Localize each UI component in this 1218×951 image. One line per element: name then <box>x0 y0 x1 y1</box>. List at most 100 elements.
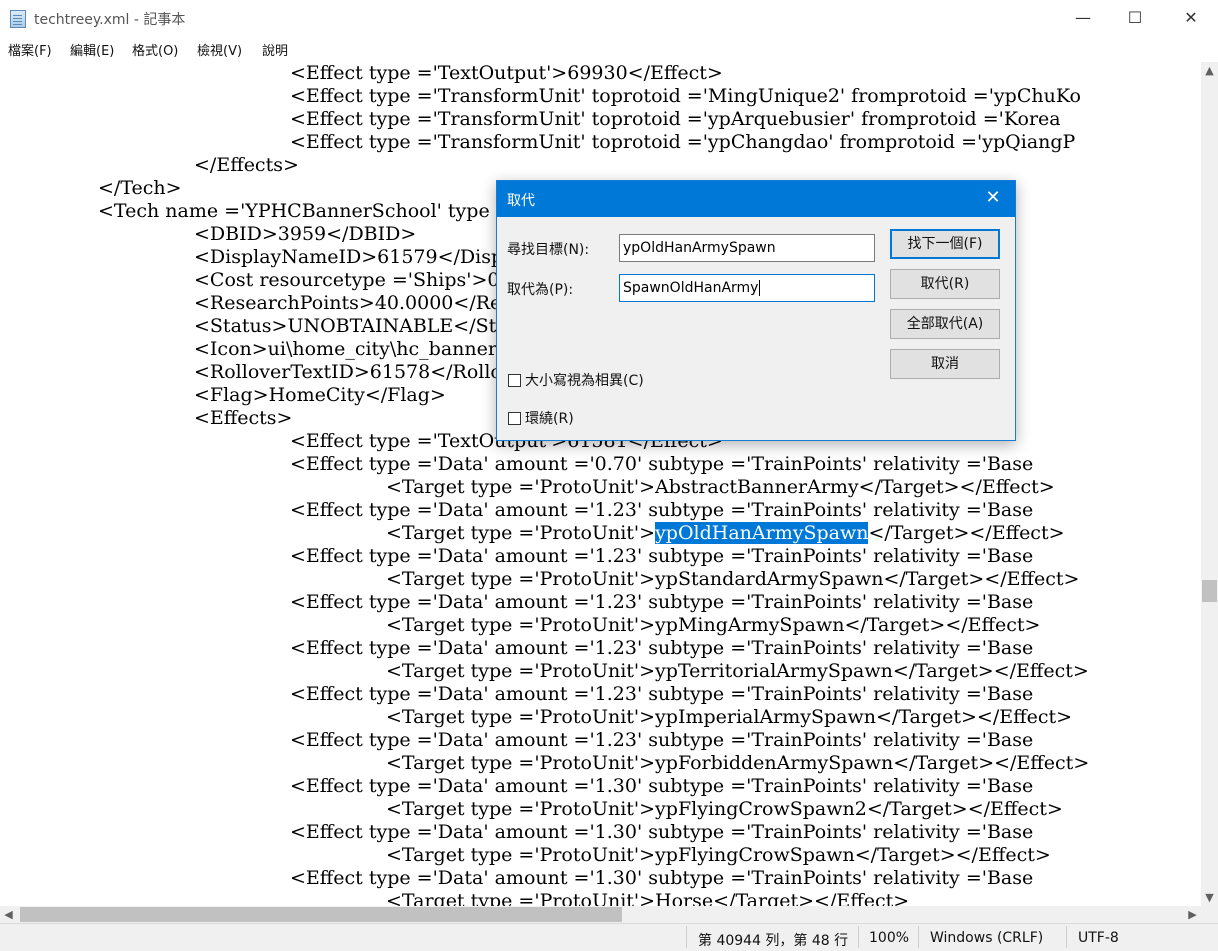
dialog-title: 取代 <box>507 193 535 209</box>
close-button[interactable]: ✕ <box>1164 0 1218 38</box>
line-text: <Target type ='ProtoUnit'>ypFlyingCrowSp… <box>386 798 1063 820</box>
text-line: <Effects> <box>194 407 292 430</box>
wrap-around-option[interactable]: 環繞(R) <box>508 408 574 428</box>
line-text: <Target type ='ProtoUnit'>ypStandardArmy… <box>386 568 1080 590</box>
wrap-around-checkbox[interactable] <box>508 411 521 425</box>
text-line: <Effect type ='TransformUnit' toprotoid … <box>290 85 1081 108</box>
text-line: <Effect type ='TextOutput'>69930</Effect… <box>290 62 723 85</box>
line-text: <Effect type ='Data' amount ='0.70' subt… <box>290 453 1034 475</box>
window-title: techtreey.xml - 記事本 <box>34 12 186 28</box>
replace-button[interactable]: 取代(R) <box>890 269 1000 299</box>
dialog-close-icon[interactable]: ✕ <box>971 181 1015 217</box>
replace-dialog: 取代 ✕ 尋找目標(N): ypOldHanArmySpawn 取代為(P): … <box>496 180 1016 441</box>
selected-text: ypOldHanArmySpawn <box>655 522 869 544</box>
menu-bar: 檔案(F) 編輯(E) 格式(O) 檢視(V) 說明 <box>0 38 1218 60</box>
line-text: <Flag>HomeCity</Flag> <box>194 384 446 406</box>
match-case-checkbox[interactable] <box>508 373 521 387</box>
text-line: <Effect type ='Data' amount ='1.23' subt… <box>290 591 1033 614</box>
text-caret <box>759 280 761 296</box>
menu-help[interactable]: 說明 <box>262 40 288 59</box>
title-bar: techtreey.xml - 記事本 — ☐ ✕ <box>0 0 1218 38</box>
scroll-up-arrow-icon[interactable]: ▲ <box>1201 62 1218 79</box>
text-line: <Effect type ='TransformUnit' toprotoid … <box>290 108 1061 131</box>
line-text: <Effect type ='Data' amount ='1.23' subt… <box>290 637 1034 659</box>
line-text: <Target type ='ProtoUnit'>ypTerritorialA… <box>386 660 1089 682</box>
replace-input[interactable]: SpawnOldHanArmy <box>619 274 875 302</box>
text-line: <Target type ='ProtoUnit'>ypFlyingCrowSp… <box>386 844 1051 867</box>
line-text: <Effect type ='Data' amount ='1.23' subt… <box>290 591 1034 613</box>
text-line: <Target type ='ProtoUnit'>ypStandardArmy… <box>386 568 1079 591</box>
text-line: </Effects> <box>194 154 299 177</box>
find-input[interactable]: ypOldHanArmySpawn <box>619 234 875 262</box>
line-text: <Target type ='ProtoUnit'>ypForbiddenArm… <box>386 752 1090 774</box>
replace-all-button[interactable]: 全部取代(A) <box>890 309 1000 339</box>
line-text: <Effects> <box>194 407 293 429</box>
text-line: <Effect type ='Data' amount ='1.30' subt… <box>290 821 1033 844</box>
status-bar: 第 40944 列，第 48 行 100% Windows (CRLF) UTF… <box>0 923 1218 951</box>
find-input-value: ypOldHanArmySpawn <box>623 240 776 256</box>
line-text-after: </Target></Effect> <box>868 522 1065 544</box>
status-line-ending: Windows (CRLF) <box>930 930 1044 946</box>
line-text: <Effect type ='Data' amount ='1.30' subt… <box>290 867 1034 889</box>
line-text: <Effect type ='Data' amount ='1.23' subt… <box>290 545 1034 567</box>
text-line: <Target type ='ProtoUnit'>ypMingArmySpaw… <box>386 614 1040 637</box>
line-text: <Effect type ='TransformUnit' toprotoid … <box>290 108 1061 130</box>
line-text: <Target type ='ProtoUnit'>AbstractBanner… <box>386 476 1055 498</box>
vertical-scroll-thumb[interactable] <box>1202 580 1217 602</box>
line-text: <Effect type ='Data' amount ='1.30' subt… <box>290 821 1034 843</box>
line-text: <Target type ='ProtoUnit'>ypMingArmySpaw… <box>386 614 1041 636</box>
status-divider <box>686 926 687 948</box>
line-text: <Target type ='ProtoUnit'>ypImperialArmy… <box>386 706 1073 728</box>
text-line: <Target type ='ProtoUnit'>ypImperialArmy… <box>386 706 1072 729</box>
scroll-down-arrow-icon[interactable]: ▼ <box>1201 889 1218 906</box>
status-divider <box>1066 926 1067 948</box>
maximize-button[interactable]: ☐ <box>1108 0 1162 38</box>
menu-edit[interactable]: 編輯(E) <box>70 40 114 59</box>
text-line: <Effect type ='Data' amount ='1.30' subt… <box>290 775 1033 798</box>
text-line: <Target type ='ProtoUnit'>Horse</Target>… <box>386 890 909 906</box>
line-text: <Effect type ='Data' amount ='1.23' subt… <box>290 499 1034 521</box>
text-line: <Effect type ='Data' amount ='1.23' subt… <box>290 683 1033 706</box>
vertical-scrollbar[interactable] <box>1201 62 1218 906</box>
find-label: 尋找目標(N): <box>507 242 590 258</box>
text-line: <Target type ='ProtoUnit'>ypTerritorialA… <box>386 660 1089 683</box>
line-text: <Effect type ='TextOutput'>69930</Effect… <box>290 62 723 84</box>
match-case-option[interactable]: 大小寫視為相異(C) <box>508 370 644 390</box>
notepad-icon <box>10 10 26 28</box>
replace-label: 取代為(P): <box>507 282 574 298</box>
text-line: <DBID>3959</DBID> <box>194 223 416 246</box>
line-text: <Effect type ='TransformUnit' toprotoid … <box>290 85 1081 107</box>
menu-file[interactable]: 檔案(F) <box>8 40 52 59</box>
text-line: <Effect type ='Data' amount ='0.70' subt… <box>290 453 1033 476</box>
menu-format[interactable]: 格式(O) <box>132 40 178 59</box>
scroll-right-arrow-icon[interactable]: ▶ <box>1184 906 1201 923</box>
scrollbar-corner <box>1201 906 1218 923</box>
line-text: <Target type ='ProtoUnit'>Horse</Target>… <box>386 890 910 906</box>
line-text: <Effect type ='Data' amount ='1.23' subt… <box>290 729 1034 751</box>
text-line: <Target type ='ProtoUnit'>ypFlyingCrowSp… <box>386 798 1063 821</box>
text-line: <Effect type ='Data' amount ='1.30' subt… <box>290 867 1033 890</box>
line-text: <Effect type ='Data' amount ='1.23' subt… <box>290 683 1034 705</box>
replace-input-value: SpawnOldHanArmy <box>623 280 759 296</box>
minimize-button[interactable]: — <box>1056 0 1110 38</box>
text-line: <Effect type ='Data' amount ='1.23' subt… <box>290 637 1033 660</box>
cancel-button[interactable]: 取消 <box>890 349 1000 379</box>
status-divider <box>858 926 859 948</box>
dialog-title-bar[interactable]: 取代 ✕ <box>497 181 1015 217</box>
menu-view[interactable]: 檢視(V) <box>197 40 242 59</box>
horizontal-scroll-thumb[interactable] <box>20 907 622 922</box>
text-line: <Effect type ='Data' amount ='1.23' subt… <box>290 499 1033 522</box>
scroll-left-arrow-icon[interactable]: ◀ <box>0 906 17 923</box>
status-encoding: UTF-8 <box>1078 930 1119 946</box>
find-next-button[interactable]: 找下一個(F) <box>890 229 1000 259</box>
line-text: <Target type ='ProtoUnit'>ypFlyingCrowSp… <box>386 844 1051 866</box>
line-text: <DBID>3959</DBID> <box>194 223 417 245</box>
match-case-label: 大小寫視為相異(C) <box>525 373 644 389</box>
text-line: <Flag>HomeCity</Flag> <box>194 384 446 407</box>
line-text: </Tech> <box>98 177 182 199</box>
text-line: <Target type ='ProtoUnit'>AbstractBanner… <box>386 476 1055 499</box>
status-zoom: 100% <box>869 930 910 946</box>
line-text: <Target type ='ProtoUnit'> <box>386 522 656 544</box>
status-divider <box>918 926 919 948</box>
text-line: <Target type ='ProtoUnit'>ypForbiddenArm… <box>386 752 1089 775</box>
